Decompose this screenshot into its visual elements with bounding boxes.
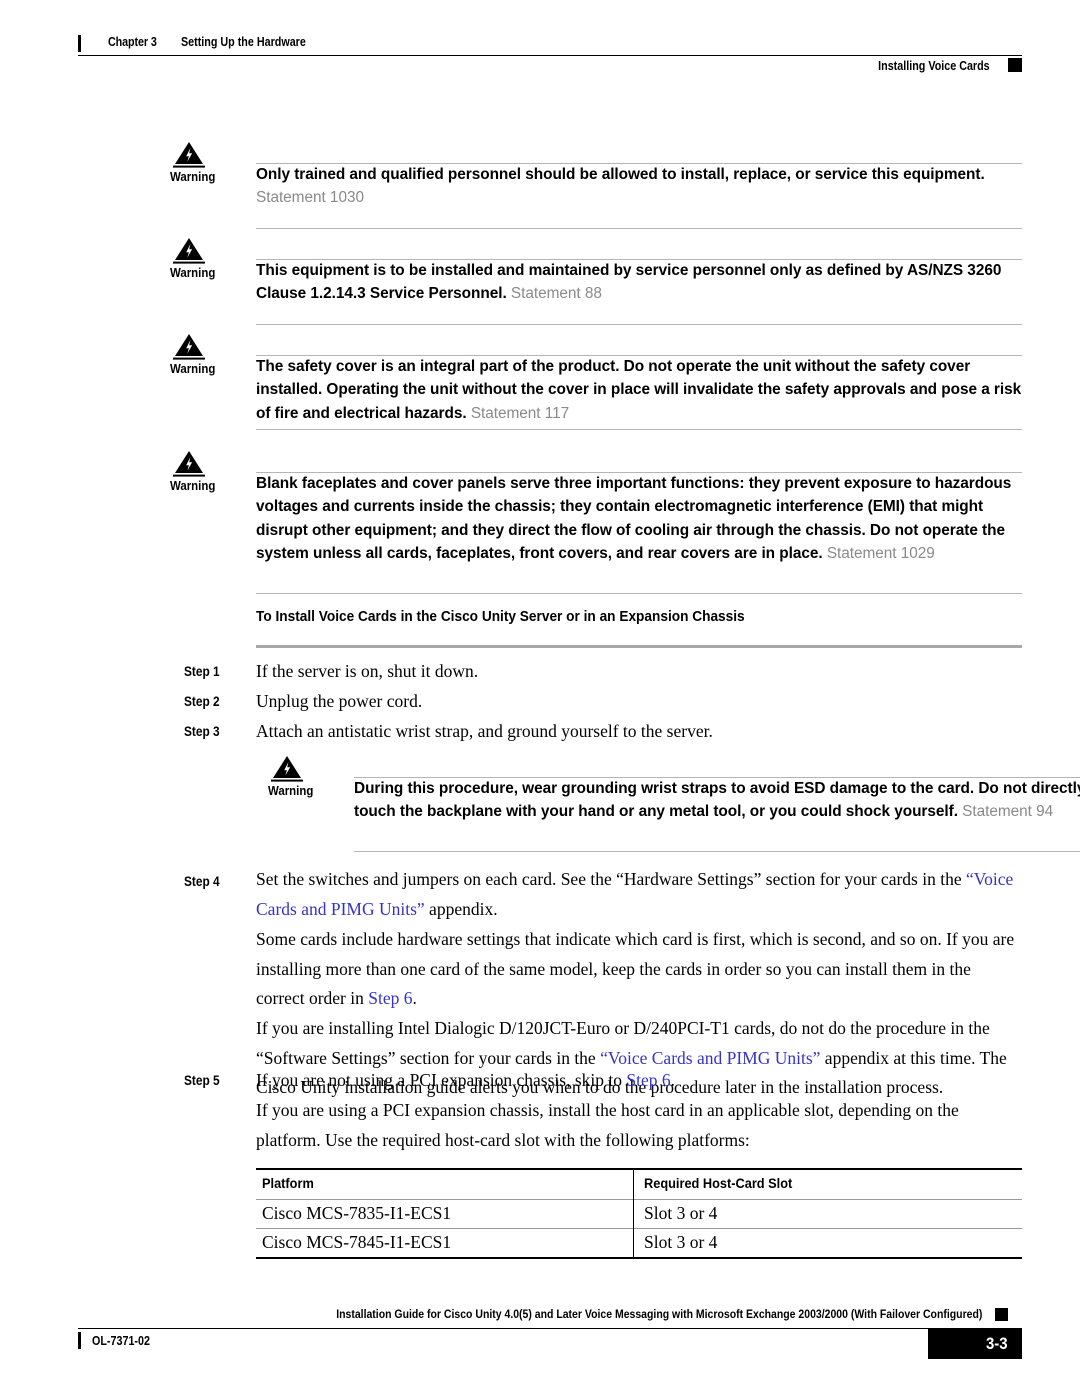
table-header-platform: Platform xyxy=(262,1176,314,1192)
procedure-heading: To Install Voice Cards in the Cisco Unit… xyxy=(256,608,745,625)
running-footer: Installation Guide for Cisco Unity 4.0(5… xyxy=(78,1307,1022,1367)
warning-statement: Statement 88 xyxy=(510,285,602,303)
warning-statement: Statement 94 xyxy=(962,803,1054,821)
warning-text: This equipment is to be installed and ma… xyxy=(256,259,1022,306)
step-label-5: Step 5 xyxy=(184,1073,220,1088)
step4-para-a-tail: . xyxy=(412,988,417,1008)
table-row-1-platform: Cisco MCS-7835-I1-ECS1 xyxy=(262,1203,452,1223)
warning-label: Warning xyxy=(170,478,216,493)
xref-step-6-b[interactable]: Step 6 xyxy=(626,1070,670,1090)
warning-text: Only trained and qualified personnel sho… xyxy=(256,163,1022,210)
warning-triangle-icon xyxy=(172,333,206,360)
step-label-2: Step 2 xyxy=(184,694,220,709)
warning-label: Warning xyxy=(170,265,216,280)
running-header: Chapter 3 Setting Up the Hardware Instal… xyxy=(78,30,1022,78)
document-page: Chapter 3 Setting Up the Hardware Instal… xyxy=(0,0,1080,1397)
warning-body: Only trained and qualified personnel sho… xyxy=(256,163,1022,210)
step-body-2: Unplug the power cord. xyxy=(256,691,423,711)
warning-message: This equipment is to be installed and ma… xyxy=(256,262,1002,303)
warning-triangle-icon xyxy=(172,450,206,477)
table-header-slot: Required Host-Card Slot xyxy=(644,1176,793,1192)
warning-rule-bottom xyxy=(256,228,1022,229)
xref-voice-cards-pimg-units-2[interactable]: “Voice Cards and PIMG Units” xyxy=(600,1048,820,1068)
step-body-4: Set the switches and jumpers on each car… xyxy=(256,865,1022,924)
step4-text-lead: Set the switches and jumpers on each car… xyxy=(256,869,966,889)
step5-text-lead: If you are not using a PCI expansion cha… xyxy=(256,1070,627,1090)
table-row-1-slot: Slot 3 or 4 xyxy=(644,1203,718,1223)
step5-text-tail: . xyxy=(670,1070,675,1090)
table-column-divider xyxy=(633,1168,634,1259)
footer-document-number: OL-7371-02 xyxy=(92,1334,150,1348)
warning-body: Blank faceplates and cover panels serve … xyxy=(256,472,1022,565)
step4-text-tail: appendix. xyxy=(424,898,498,919)
warning-triangle-icon xyxy=(270,755,304,782)
table-row-2-platform: Cisco MCS-7845-I1-ECS1 xyxy=(262,1232,452,1252)
warning-body: The safety cover is an integral part of … xyxy=(256,355,1022,425)
step-body-1: If the server is on, shut it down. xyxy=(256,661,479,681)
warning-rule-bottom xyxy=(256,324,1022,325)
procedure-rule xyxy=(256,645,1022,648)
table-border-bottom xyxy=(256,1257,1022,1259)
warning-triangle-icon xyxy=(172,237,206,264)
warning-rule-bottom xyxy=(256,429,1022,430)
footer-page-number: 3-3 xyxy=(986,1334,1008,1353)
warning-label: Warning xyxy=(170,361,216,376)
step-body-3: Attach an antistatic wrist strap, and gr… xyxy=(256,721,713,741)
warning-triangle-icon xyxy=(172,141,206,168)
step-body-5: If you are not using a PCI expansion cha… xyxy=(256,1066,1022,1096)
header-section-title: Installing Voice Cards xyxy=(878,59,990,73)
warning-statement: Statement 1029 xyxy=(826,544,935,562)
warning-message: The safety cover is an integral part of … xyxy=(256,358,1022,422)
step5-paragraph-a: If you are using a PCI expansion chassis… xyxy=(256,1100,959,1150)
step-label-4: Step 4 xyxy=(184,874,220,889)
header-chapter-title: Setting Up the Hardware xyxy=(181,35,306,49)
step-label-1: Step 1 xyxy=(184,664,220,679)
step4-paragraph-a: Some cards include hardware settings tha… xyxy=(256,925,1022,1014)
warning-rule-bottom xyxy=(354,851,1080,852)
warning-body: During this procedure, wear grounding wr… xyxy=(354,777,1080,824)
table-row-2-slot: Slot 3 or 4 xyxy=(644,1232,718,1252)
warning-rule-bottom xyxy=(256,593,1022,594)
xref-step-6[interactable]: Step 6 xyxy=(368,988,412,1008)
warning-statement: Statement 117 xyxy=(470,404,570,422)
footer-rule xyxy=(78,1328,1022,1329)
footer-guide-title: Installation Guide for Cisco Unity 4.0(5… xyxy=(335,1307,982,1321)
warning-label: Warning xyxy=(268,783,314,798)
footer-tick-mark xyxy=(78,1332,81,1349)
header-chapter-number: Chapter 3 xyxy=(108,35,157,49)
header-marker-square xyxy=(1008,58,1022,72)
table-border-top xyxy=(256,1168,1022,1170)
warning-text: Blank faceplates and cover panels serve … xyxy=(256,472,1022,565)
header-rule xyxy=(78,55,1022,56)
footer-page-box xyxy=(928,1329,1022,1359)
step-label-3: Step 3 xyxy=(184,724,220,739)
header-tick-mark xyxy=(78,35,81,52)
warning-body: This equipment is to be installed and ma… xyxy=(256,259,1022,306)
warning-statement: Statement 1030 xyxy=(256,189,364,207)
warning-message: Only trained and qualified personnel sho… xyxy=(256,166,985,183)
warning-label: Warning xyxy=(170,169,216,184)
footer-marker-square xyxy=(995,1308,1008,1321)
warning-text: During this procedure, wear grounding wr… xyxy=(354,777,1080,824)
table-border-header xyxy=(256,1199,1022,1200)
table-border-row1 xyxy=(256,1228,1022,1229)
warning-text: The safety cover is an integral part of … xyxy=(256,355,1022,425)
